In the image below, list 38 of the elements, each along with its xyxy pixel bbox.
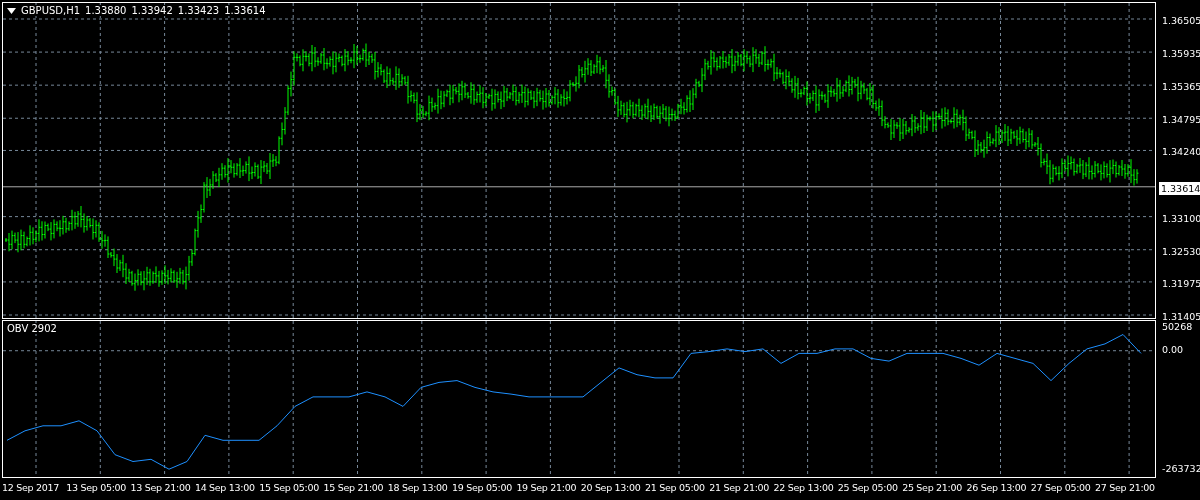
time-tick-label: 19 Sep 05:00 [452, 481, 513, 495]
time-tick-label: 25 Sep 05:00 [837, 481, 899, 495]
price-tick-label: 1.33100 [1162, 212, 1200, 224]
time-tick-label: 18 Sep 13:00 [387, 481, 449, 495]
price-tick-label: 1.32530 [1162, 245, 1200, 257]
price-tick-label: 1.34795 [1162, 114, 1200, 126]
time-tick-label: 19 Sep 21:00 [516, 481, 578, 495]
time-tick-label: 20 Sep 13:00 [580, 481, 642, 495]
indicator-label: OBV 2902 [7, 323, 57, 334]
dropdown-icon[interactable] [7, 7, 16, 14]
current-price-label: 1.33614 [1159, 181, 1200, 195]
time-tick-label: 27 Sep 21:00 [1095, 481, 1156, 495]
obv-tick-label: 50268 [1162, 321, 1193, 332]
time-tick-label: 21 Sep 21:00 [709, 481, 771, 495]
quote-value: 1.33614 [224, 5, 266, 16]
symbol-label: GBPUSD,H1 [21, 5, 81, 16]
price-tick-label: 1.35935 [1162, 48, 1200, 60]
time-tick-label: 13 Sep 21:00 [130, 481, 192, 495]
price-tick-label: 1.31975 [1162, 277, 1200, 289]
time-tick-label: 13 Sep 05:00 [66, 481, 128, 495]
price-tick-label: 1.34240 [1162, 146, 1200, 158]
price-tick-label: 1.36505 [1162, 15, 1200, 26]
obv-tick-label: -263732 [1162, 463, 1200, 474]
time-tick-label: 21 Sep 05:00 [644, 481, 706, 495]
quote-value: 1.33942 [131, 5, 173, 16]
obv-tick-label: 0.00 [1162, 343, 1184, 355]
quote-value: 1.33880 [85, 5, 127, 16]
time-tick-label: 22 Sep 13:00 [773, 481, 835, 495]
time-tick-label: 15 Sep 21:00 [323, 481, 385, 495]
time-tick-label: 15 Sep 05:00 [259, 481, 320, 495]
time-tick-label: 12 Sep 2017 [2, 481, 60, 495]
time-tick-label: 27 Sep 05:00 [1030, 481, 1092, 495]
time-tick-label: 26 Sep 13:00 [966, 481, 1028, 495]
quote-value: 1.33423 [177, 5, 220, 16]
price-tick-label: 1.35365 [1162, 81, 1200, 93]
time-tick-label: 25 Sep 21:00 [902, 481, 963, 495]
time-tick-label: 14 Sep 13:00 [194, 481, 256, 495]
price-tick-label: 1.31405 [1162, 311, 1200, 322]
